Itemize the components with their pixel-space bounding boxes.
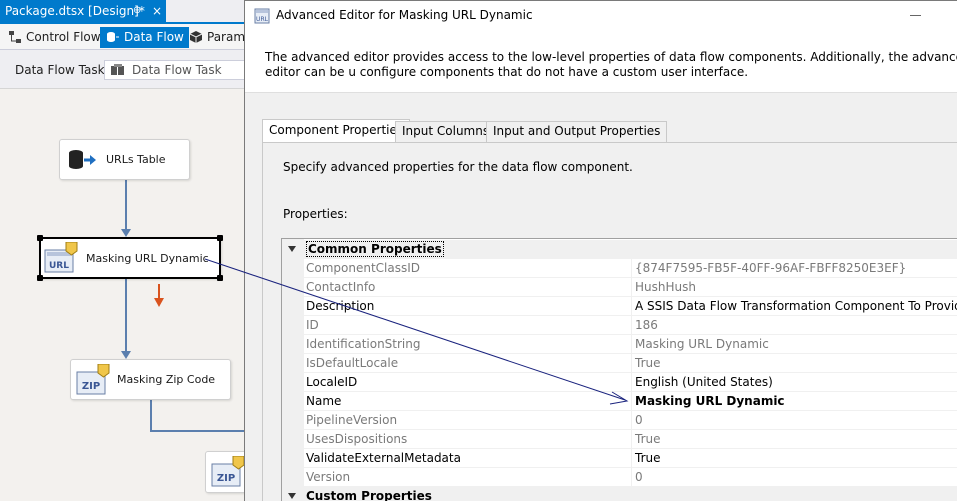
- node-masking-url-label: Masking URL Dynamic: [86, 252, 209, 265]
- data-flow-task-value: Data Flow Task: [132, 63, 222, 77]
- node-masking-zip-code[interactable]: ZIP Masking Zip Code: [70, 359, 231, 400]
- dialog-app-icon-text: URL: [256, 16, 269, 23]
- designer-tabs: Control Flow Data Flow Parame: [0, 24, 252, 50]
- property-name: IdentificationString: [306, 337, 421, 351]
- property-row-isdefaultlocale[interactable]: IsDefaultLocale True: [304, 354, 957, 373]
- error-output-arrowhead: [154, 298, 164, 307]
- url-icon-text: URL: [49, 261, 69, 271]
- collapse-icon[interactable]: [288, 493, 296, 499]
- data-flow-canvas[interactable]: URLs Table URL Masking URL Dynamic ZIP M…: [0, 88, 265, 501]
- property-row-identificationstring[interactable]: IdentificationString Masking URL Dynamic: [304, 335, 957, 354]
- property-name: ID: [306, 318, 319, 332]
- category-custom-label: Custom Properties: [306, 489, 432, 501]
- property-row-name[interactable]: Name Masking URL Dynamic: [304, 392, 957, 411]
- property-name: Description: [306, 299, 375, 313]
- pin-icon[interactable]: ⊕: [133, 0, 141, 22]
- property-value: 186: [635, 318, 658, 332]
- property-name: LocaleID: [306, 375, 358, 389]
- zip-icon-text: ZIP: [82, 381, 100, 392]
- node-urls-table-label: URLs Table: [106, 153, 166, 166]
- property-name: Version: [306, 470, 351, 484]
- data-flow-task-icon: [111, 64, 124, 75]
- properties-label: Properties:: [283, 207, 348, 221]
- property-grid[interactable]: Common Properties ComponentClassID {874F7…: [281, 238, 957, 501]
- connector-arrowhead: [121, 229, 131, 237]
- property-value: True: [635, 356, 661, 370]
- property-row-version[interactable]: Version 0: [304, 468, 957, 487]
- property-name: PipelineVersion: [306, 413, 398, 427]
- tab-input-output-properties[interactable]: Input and Output Properties: [486, 121, 668, 142]
- page-instructions: Specify advanced properties for the data…: [283, 160, 633, 174]
- data-flow-task-select[interactable]: Data Flow Task: [104, 60, 249, 80]
- property-value: Masking URL Dynamic: [635, 337, 769, 351]
- property-value: 0: [635, 413, 643, 427]
- property-value: HushHush: [635, 280, 696, 294]
- minimize-icon[interactable]: [910, 15, 921, 16]
- tab-input-columns[interactable]: Input Columns: [395, 121, 497, 142]
- property-value: 0: [635, 470, 643, 484]
- property-row-description[interactable]: Description A SSIS Data Flow Transformati…: [304, 297, 957, 316]
- tab-component-properties[interactable]: Component Properties: [262, 119, 411, 142]
- node-masking-url-dynamic[interactable]: URL Masking URL Dynamic: [37, 235, 223, 281]
- dialog-title: Advanced Editor for Masking URL Dynamic: [276, 8, 533, 22]
- property-row-validateexternalmetadata[interactable]: ValidateExternalMetadata True: [304, 449, 957, 468]
- property-row-contactinfo[interactable]: ContactInfo HushHush: [304, 278, 957, 297]
- resize-handle[interactable]: [217, 275, 223, 281]
- data-flow-task-label: Data Flow Task:: [15, 63, 109, 77]
- dialog-description: The advanced editor provides access to t…: [265, 50, 957, 79]
- node-masking-zip-label: Masking Zip Code: [117, 373, 216, 386]
- advanced-editor-dialog: URL Advanced Editor for Masking URL Dyna…: [244, 0, 957, 501]
- document-tab-title: Package.dtsx [Design]*: [5, 4, 145, 18]
- property-value: Masking URL Dynamic: [635, 394, 785, 408]
- resize-handle[interactable]: [37, 275, 43, 281]
- property-value: {874F7595-FB5F-40FF-96AF-FBFF8250E3EF}: [635, 261, 907, 275]
- resize-handle[interactable]: [217, 235, 223, 241]
- zip-icon-text: ZIP: [217, 473, 235, 484]
- dialog-header: The advanced editor provides access to t…: [245, 31, 957, 93]
- property-value: A SSIS Data Flow Transformation Componen…: [635, 299, 957, 313]
- dialog-titlebar[interactable]: URL Advanced Editor for Masking URL Dyna…: [245, 1, 957, 31]
- property-name: ComponentClassID: [306, 261, 421, 275]
- property-value: True: [635, 451, 661, 465]
- property-grid-gutter: [282, 239, 304, 501]
- control-flow-icon: [9, 31, 21, 43]
- connector-zip-to-next[interactable]: [150, 400, 246, 432]
- connector-arrowhead: [121, 351, 131, 359]
- property-name: IsDefaultLocale: [306, 356, 399, 370]
- property-value: True: [635, 432, 661, 446]
- tab-data-flow-label: Data Flow: [124, 30, 184, 44]
- property-name: ContactInfo: [306, 280, 376, 294]
- tab-control-flow[interactable]: Control Flow: [2, 27, 106, 48]
- category-common-properties[interactable]: Common Properties: [282, 240, 957, 259]
- close-icon[interactable]: ×: [152, 0, 162, 22]
- data-flow-icon: [107, 32, 119, 42]
- tab-data-flow[interactable]: Data Flow: [100, 27, 189, 48]
- cube-icon: [189, 31, 203, 43]
- data-flow-task-bar: Data Flow Task: Data Flow Task: [0, 59, 249, 83]
- category-custom-properties[interactable]: Custom Properties: [282, 487, 957, 501]
- zip-component-icon: ZIP: [211, 456, 245, 487]
- component-properties-page: Specify advanced properties for the data…: [262, 142, 957, 501]
- node-urls-table[interactable]: URLs Table: [59, 139, 190, 180]
- property-row-usesdispositions[interactable]: UsesDispositions True: [304, 430, 957, 449]
- property-row-localeid[interactable]: LocaleID English (United States): [304, 373, 957, 392]
- resize-handle[interactable]: [37, 235, 43, 241]
- database-source-icon: [69, 150, 96, 169]
- property-value: English (United States): [635, 375, 773, 389]
- property-row-componentclassid[interactable]: ComponentClassID {874F7595-FB5F-40FF-96AF…: [304, 259, 957, 278]
- zip-component-icon: ZIP: [76, 364, 110, 395]
- url-component-icon: URL: [44, 242, 78, 273]
- property-row-id[interactable]: ID 186: [304, 316, 957, 335]
- category-common-label: Common Properties: [306, 241, 444, 257]
- dialog-app-icon: URL: [254, 8, 270, 24]
- property-name: ValidateExternalMetadata: [306, 451, 461, 465]
- property-name: UsesDispositions: [306, 432, 408, 446]
- tab-control-flow-label: Control Flow: [26, 30, 101, 44]
- property-name: Name: [306, 394, 342, 408]
- document-tab-package[interactable]: Package.dtsx [Design]* ⊕ ×: [0, 0, 166, 22]
- document-tab-strip: Package.dtsx [Design]* ⊕ ×: [0, 0, 245, 22]
- collapse-icon[interactable]: [288, 246, 296, 252]
- property-row-pipelineversion[interactable]: PipelineVersion 0: [304, 411, 957, 430]
